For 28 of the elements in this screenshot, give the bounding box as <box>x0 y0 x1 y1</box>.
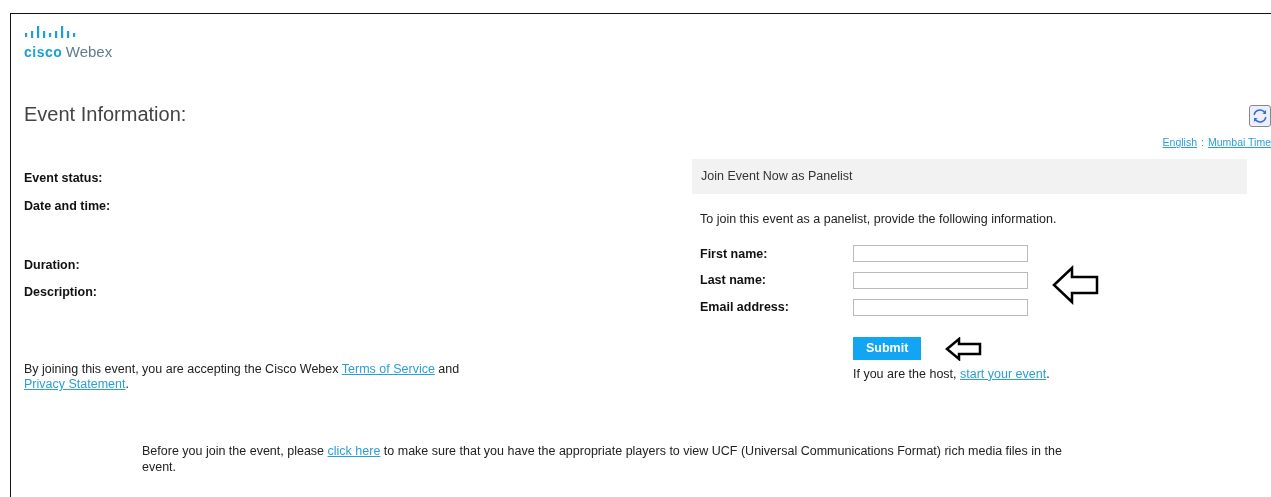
input-field[interactable] <box>853 245 1028 263</box>
refresh-button[interactable] <box>1249 105 1271 128</box>
refresh-icon <box>1252 108 1268 125</box>
left-arrow-icon <box>945 336 984 361</box>
host-note: If you are the host, start your event. <box>853 365 1051 383</box>
link[interactable]: Terms of Service <box>341 362 435 376</box>
field-label: Event status: <box>24 170 104 187</box>
field-label: Description: <box>24 284 98 302</box>
panel-header: Join Event Now as Panelist <box>692 159 1247 194</box>
field-label: Date and time: <box>24 197 112 215</box>
field-label: Email address: <box>700 299 790 316</box>
left-arrow-icon <box>1052 264 1100 305</box>
product-name: Webex <box>65 42 113 60</box>
field-label: Duration: <box>24 256 81 274</box>
players-note: Before you join the event, please click here to make sure that you have the appropriate players to view UCF (Universal Communications Format) rich media files in the event. <box>142 444 1063 476</box>
field-label: First name: <box>700 245 769 263</box>
input-field[interactable] <box>853 298 1028 316</box>
locale-link[interactable]: Mumbai Time <box>1208 136 1271 149</box>
page-title: Event Information: <box>24 102 187 128</box>
logo-text: cisco <box>24 43 63 60</box>
separator: : <box>1201 136 1204 149</box>
instruction-text: To join this event as a panelist, provide the following information. <box>700 210 1058 228</box>
field-label: Last name: <box>700 272 767 290</box>
terms-text: By joining this event, you are accepting the Cisco Webex Terms of Service and Privacy Statement. <box>24 362 461 392</box>
submit-button[interactable]: Submit <box>853 337 922 361</box>
input-field[interactable] <box>853 272 1028 290</box>
locale-link[interactable]: English <box>1162 136 1198 149</box>
link[interactable]: click here <box>327 444 381 458</box>
